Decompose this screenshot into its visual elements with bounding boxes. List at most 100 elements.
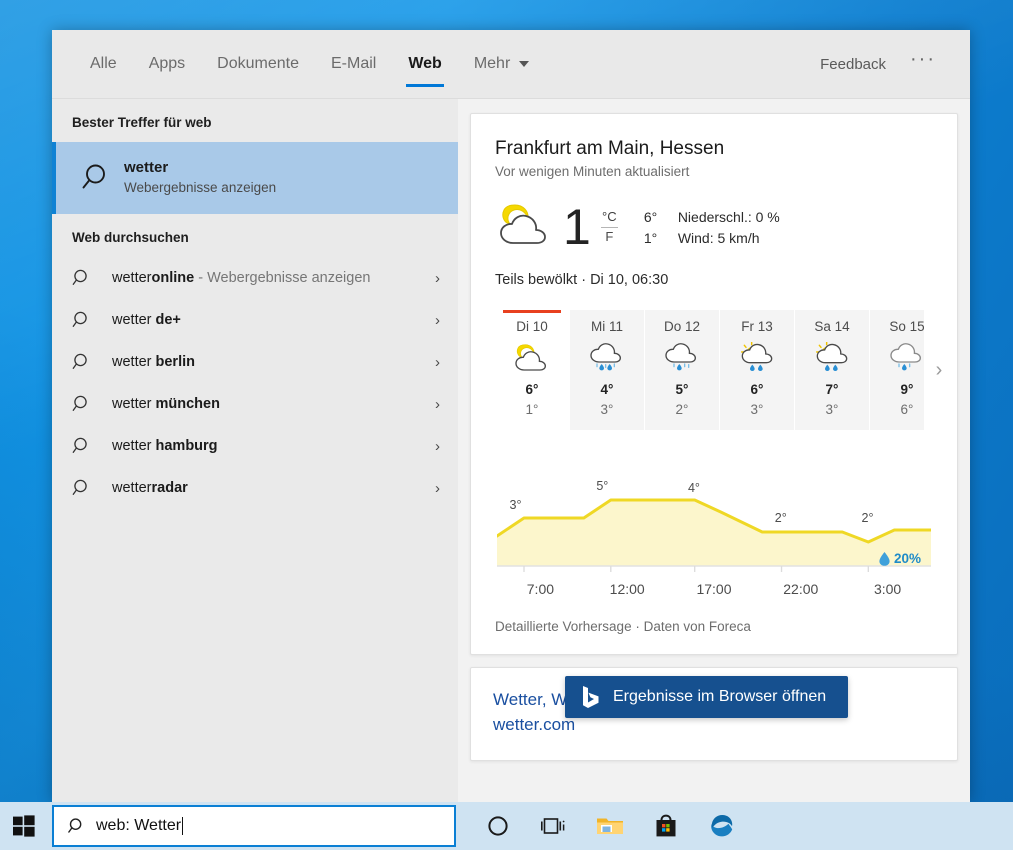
forecast-high: 9° — [870, 380, 924, 400]
search-icon — [72, 352, 112, 372]
current-conditions: 1 °C F 6° Niederschl.: 0 % 1° Wind: — [495, 201, 933, 254]
weather-location: Frankfurt am Main, Hessen — [495, 136, 933, 162]
unit-divider — [601, 227, 618, 228]
web-search-heading: Web durchsuchen — [52, 214, 458, 257]
x-tick: 12:00 — [584, 581, 671, 597]
forecast-day-3[interactable]: Fr 13 — [720, 310, 794, 431]
chart-point-label-0: 3° — [510, 497, 522, 512]
tooltip-label: Ergebnisse im Browser öffnen — [613, 688, 826, 706]
feedback-button[interactable]: Feedback — [806, 56, 900, 73]
condition-summary: Teils bewölkt · Di 10, 06:30 — [495, 272, 933, 288]
forecast-day-0[interactable]: Di 10 6° 1° — [495, 310, 569, 431]
suggestion-label: wetter berlin — [112, 354, 435, 370]
forecast-low: 2° — [645, 400, 719, 420]
microsoft-store-icon[interactable] — [638, 802, 694, 850]
unit-fahrenheit[interactable]: F — [605, 229, 613, 246]
x-tick: 17:00 — [671, 581, 758, 597]
unit-toggle[interactable]: °C F — [601, 209, 618, 246]
taskbar: web: Wetter — [0, 802, 1013, 850]
text-cursor — [182, 817, 183, 835]
tab-email[interactable]: E-Mail — [315, 30, 392, 98]
search-input[interactable]: web: Wetter — [52, 805, 456, 847]
weather-source-footer[interactable]: Detaillierte Vorhersage · Daten von Fore… — [495, 619, 933, 634]
unit-celsius[interactable]: °C — [602, 209, 617, 226]
search-icon — [72, 161, 124, 195]
chevron-down-icon — [519, 61, 529, 67]
list-item[interactable]: wetterradar › — [52, 467, 458, 509]
best-match-result[interactable]: wetter Webergebnisse anzeigen — [52, 142, 458, 214]
task-view-icon[interactable] — [526, 802, 582, 850]
list-item[interactable]: wetteronline - Webergebnisse anzeigen › — [52, 257, 458, 299]
search-results-column: Bester Treffer für web wetter Webergebni… — [52, 98, 458, 802]
tab-web[interactable]: Web — [392, 30, 457, 98]
file-explorer-icon[interactable] — [582, 802, 638, 850]
forecast-low: 3° — [570, 400, 644, 420]
chart-point-label-4: 2° — [862, 510, 874, 525]
precipitation-label: Niederschl.: 0 % — [678, 209, 780, 225]
cortana-icon[interactable] — [470, 802, 526, 850]
chart-point-label-3: 2° — [775, 510, 787, 525]
chevron-right-icon[interactable]: › — [435, 354, 440, 371]
open-in-browser-tooltip[interactable]: Ergebnisse im Browser öffnen — [565, 676, 848, 718]
forecast-day-label: Sa 14 — [795, 319, 869, 334]
chart-point-label-1: 5° — [596, 478, 608, 493]
tab-label: Mehr — [474, 55, 510, 73]
web-result-line2: wetter.com — [493, 715, 575, 734]
search-panel-body: Bester Treffer für web wetter Webergebni… — [52, 98, 970, 802]
chevron-right-icon[interactable]: › — [435, 480, 440, 497]
list-item[interactable]: wetter münchen › — [52, 383, 458, 425]
forecast-day-label: Do 12 — [645, 319, 719, 334]
chevron-right-icon[interactable]: › — [435, 396, 440, 413]
sun-rain-cloud-icon — [795, 340, 869, 376]
forecast-strip: Di 10 6° 1° — [495, 310, 933, 431]
moon-cloud-icon — [495, 201, 559, 254]
tab-alle[interactable]: Alle — [74, 30, 133, 98]
tab-label: E-Mail — [331, 55, 376, 73]
search-icon — [72, 436, 112, 456]
forecast-high: 6° — [720, 380, 794, 400]
forecast-day-2[interactable]: Do 12 5° 2° — [645, 310, 719, 431]
forecast-day-label: So 15 — [870, 319, 924, 334]
start-button[interactable] — [0, 802, 48, 850]
forecast-day-1[interactable]: Mi 11 4° — [570, 310, 644, 431]
wind-label: Wind: 5 km/h — [678, 230, 760, 246]
tab-dokumente[interactable]: Dokumente — [201, 30, 315, 98]
edge-browser-icon[interactable] — [694, 802, 750, 850]
forecast-low: 6° — [870, 400, 924, 420]
forecast-day-label: Fr 13 — [720, 319, 794, 334]
forecast-high: 4° — [570, 380, 644, 400]
forecast-low: 3° — [795, 400, 869, 420]
chevron-right-icon[interactable]: › — [435, 438, 440, 455]
list-item[interactable]: wetter de+ › — [52, 299, 458, 341]
hourly-temperature-chart: 3° 5° 4° 2° 2° 20% — [495, 454, 933, 597]
weather-card: Frankfurt am Main, Hessen Vor wenigen Mi… — [470, 113, 958, 655]
list-item[interactable]: wetter berlin › — [52, 341, 458, 383]
more-options-button[interactable]: ··· — [900, 48, 942, 80]
forecast-day-4[interactable]: Sa 14 — [795, 310, 869, 431]
rain-cloud-icon — [870, 340, 924, 376]
forecast-day-5[interactable]: So 15 9° 6° — [870, 310, 924, 431]
suggestion-label: wetteronline - Webergebnisse anzeigen — [112, 270, 435, 286]
tab-mehr[interactable]: Mehr — [458, 30, 545, 98]
rain-cloud-icon — [645, 340, 719, 376]
bing-logo-icon — [581, 685, 601, 709]
forecast-low: 3° — [720, 400, 794, 420]
search-icon — [72, 394, 112, 414]
best-match-heading: Bester Treffer für web — [52, 99, 458, 142]
forecast-low: 1° — [495, 400, 569, 420]
suggestion-label: wetter münchen — [112, 396, 435, 412]
tab-apps[interactable]: Apps — [133, 30, 201, 98]
weather-stat-low: 1° Wind: 5 km/h — [644, 230, 780, 246]
forecast-high: 6° — [495, 380, 569, 400]
weather-stat-high: 6° Niederschl.: 0 % — [644, 209, 780, 225]
raindrop-icon — [879, 552, 890, 566]
sun-rain-cloud-icon — [720, 340, 794, 376]
chart-x-axis: 7:00 12:00 17:00 22:00 3:00 — [497, 581, 931, 597]
list-item[interactable]: wetter hamburg › — [52, 425, 458, 467]
forecast-day-label: Mi 11 — [570, 319, 644, 334]
chevron-right-icon[interactable]: › — [435, 312, 440, 329]
chevron-right-icon[interactable]: › — [435, 270, 440, 287]
weather-stats: 6° Niederschl.: 0 % 1° Wind: 5 km/h — [644, 209, 780, 246]
forecast-next-button[interactable]: › — [925, 310, 953, 431]
windows-logo-icon — [13, 815, 35, 837]
